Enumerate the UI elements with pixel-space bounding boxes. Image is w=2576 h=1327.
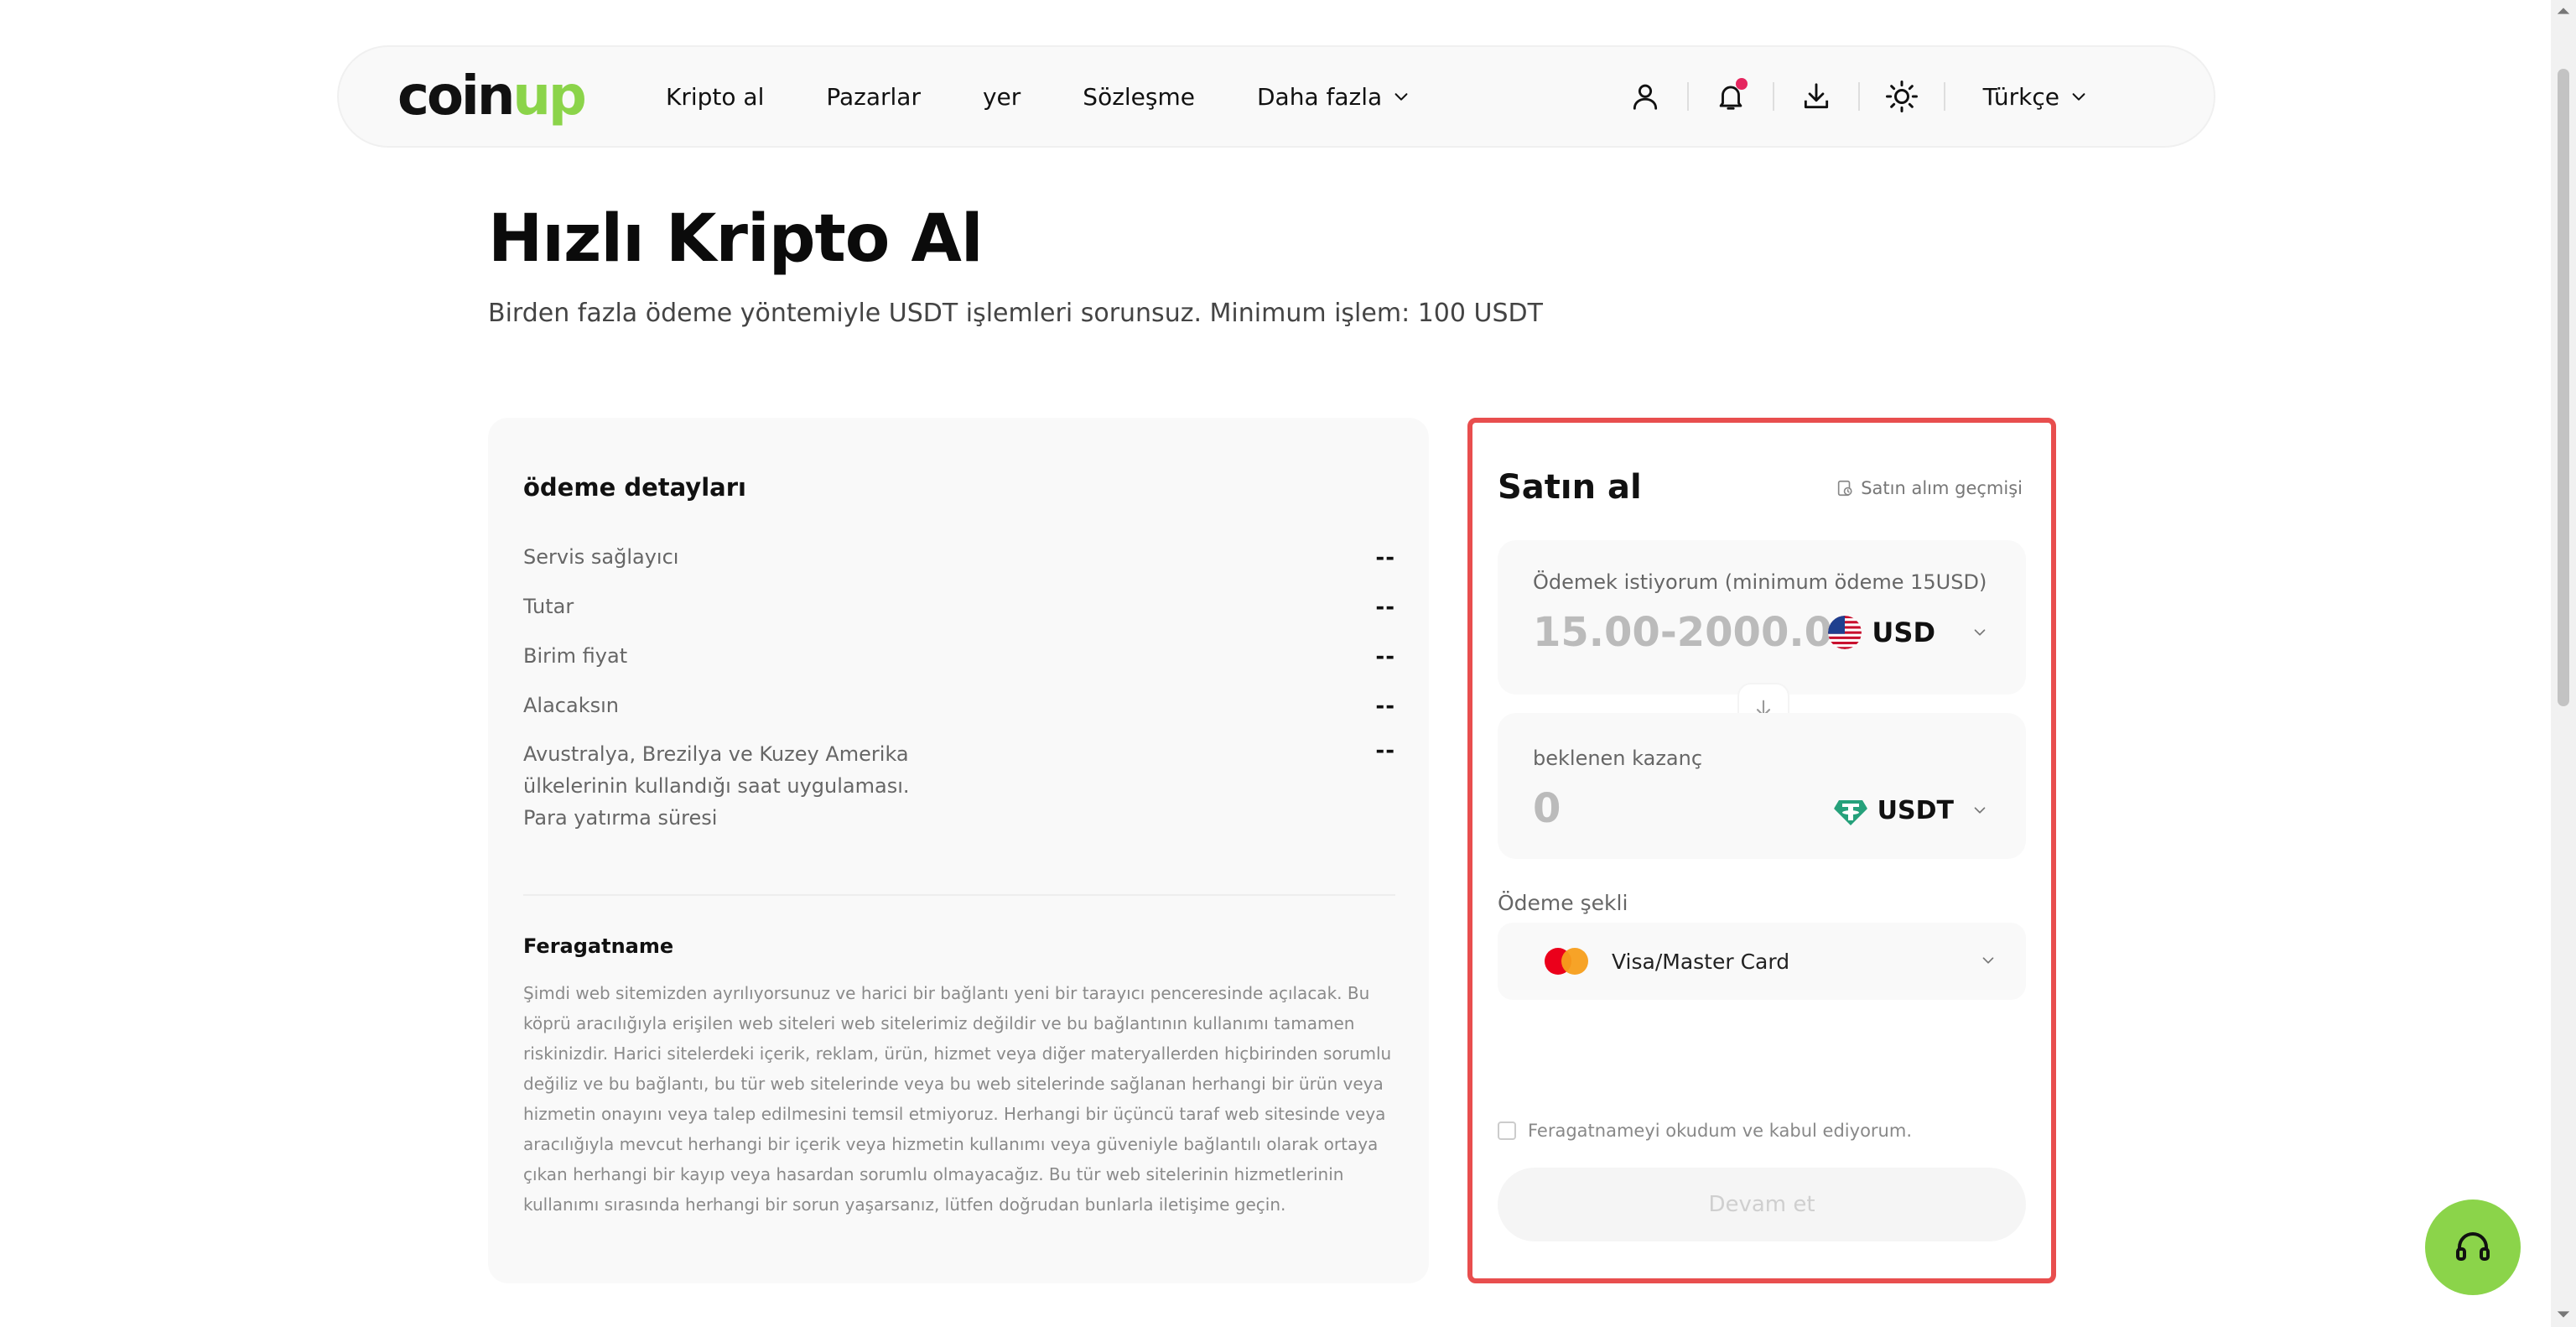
support-chat-button[interactable]: [2425, 1200, 2521, 1295]
continue-button[interactable]: Devam et: [1498, 1168, 2026, 1241]
receive-amount-input[interactable]: [1533, 785, 1701, 832]
pay-amount-input[interactable]: [1533, 609, 1835, 656]
sun-icon[interactable]: [1882, 76, 1922, 117]
disclaimer-title: Feragatname: [523, 934, 674, 958]
page-title: Hızlı Kripto Al: [488, 201, 984, 277]
usdt-icon: [1833, 800, 1867, 825]
scrollbar-thumb[interactable]: [2558, 69, 2569, 706]
payment-method-select[interactable]: Visa/Master Card: [1498, 923, 2026, 1000]
payment-method-label: Ödeme şekli: [1498, 891, 1628, 915]
nav-separator: [1773, 82, 1774, 111]
receive-label: beklenen kazanç: [1533, 747, 1703, 770]
agree-checkbox-row[interactable]: Feragatnameyi okudum ve kabul ediyorum.: [1498, 1121, 1912, 1141]
mastercard-icon: [1545, 948, 1588, 975]
pay-currency-select[interactable]: USD: [1828, 616, 1989, 649]
agree-checkbox[interactable]: [1498, 1121, 1516, 1140]
purchase-history-link[interactable]: Satın alım geçmişi: [1836, 478, 2023, 498]
buy-title: Satın al: [1498, 468, 1642, 507]
detail-row-deposit-time: Avustralya, Brezilya ve Kuzey Amerika ül…: [523, 738, 1395, 830]
page-subtitle: Birden fazla ödeme yöntemiyle USDT işlem…: [488, 299, 1543, 328]
chevron-down-icon: [2072, 93, 2085, 101]
headset-icon: [2456, 1232, 2490, 1261]
download-icon[interactable]: [1796, 76, 1836, 117]
chevron-down-icon: [1394, 93, 1408, 101]
nav-separator: [1944, 82, 1945, 111]
coinup-logo[interactable]: coinup: [397, 70, 587, 123]
pay-amount-box: Ödemek istiyorum (minimum ödeme 15USD) U…: [1498, 540, 2026, 695]
pay-label: Ödemek istiyorum (minimum ödeme 15USD): [1533, 570, 1987, 594]
nav-link-kripto-al[interactable]: Kripto al: [666, 83, 764, 111]
scroll-down-icon[interactable]: [2556, 1307, 2571, 1322]
us-flag-icon: [1828, 616, 1862, 649]
user-icon[interactable]: [1625, 76, 1665, 117]
nav-link-sozlesme[interactable]: Sözleşme: [1083, 83, 1195, 111]
detail-row-unit-price: Birim fiyat --: [523, 644, 1395, 669]
chevron-down-icon: [1974, 807, 1986, 814]
details-title: ödeme detayları: [523, 473, 746, 502]
receive-amount-box: beklenen kazanç USDT: [1498, 713, 2026, 859]
chevron-down-icon: [1982, 957, 1994, 964]
detail-row-provider: Servis sağlayıcı --: [523, 545, 1395, 570]
nav-icon-group: [1603, 47, 1945, 146]
nav-separator: [1858, 82, 1860, 111]
divider: [523, 894, 1395, 896]
nav-link-daha-fazla[interactable]: Daha fazla: [1257, 83, 1410, 111]
detail-row-amount: Tutar --: [523, 595, 1395, 620]
disclaimer-text: Şimdi web sitemizden ayrılıyorsunuz ve h…: [523, 983, 1392, 1215]
bell-icon[interactable]: [1711, 76, 1751, 117]
nav-link-yer[interactable]: yer: [983, 83, 1021, 111]
detail-row-receive: Alacaksın --: [523, 694, 1395, 719]
payment-details-panel: ödeme detayları Servis sağlayıcı -- Tuta…: [488, 418, 1429, 1283]
scrollbar[interactable]: [2551, 0, 2576, 1327]
nav-separator: [1687, 82, 1689, 111]
chevron-down-icon: [1974, 629, 1986, 636]
scroll-up-icon[interactable]: [2556, 3, 2571, 18]
nav-links: Kripto al Pazarlar yer Sözleşme Daha faz…: [666, 47, 1472, 146]
language-selector[interactable]: Türkçe: [1983, 47, 2088, 146]
receive-currency-select[interactable]: USDT: [1833, 794, 1989, 827]
nav-link-pazarlar[interactable]: Pazarlar: [826, 83, 921, 111]
top-navbar: coinup Kripto al Pazarlar yer Sözleşme D…: [337, 45, 2215, 148]
buy-panel: Satın al Satın alım geçmişi Ödemek istiy…: [1467, 418, 2056, 1283]
notification-dot: [1736, 78, 1748, 90]
history-icon: [1838, 480, 1852, 497]
